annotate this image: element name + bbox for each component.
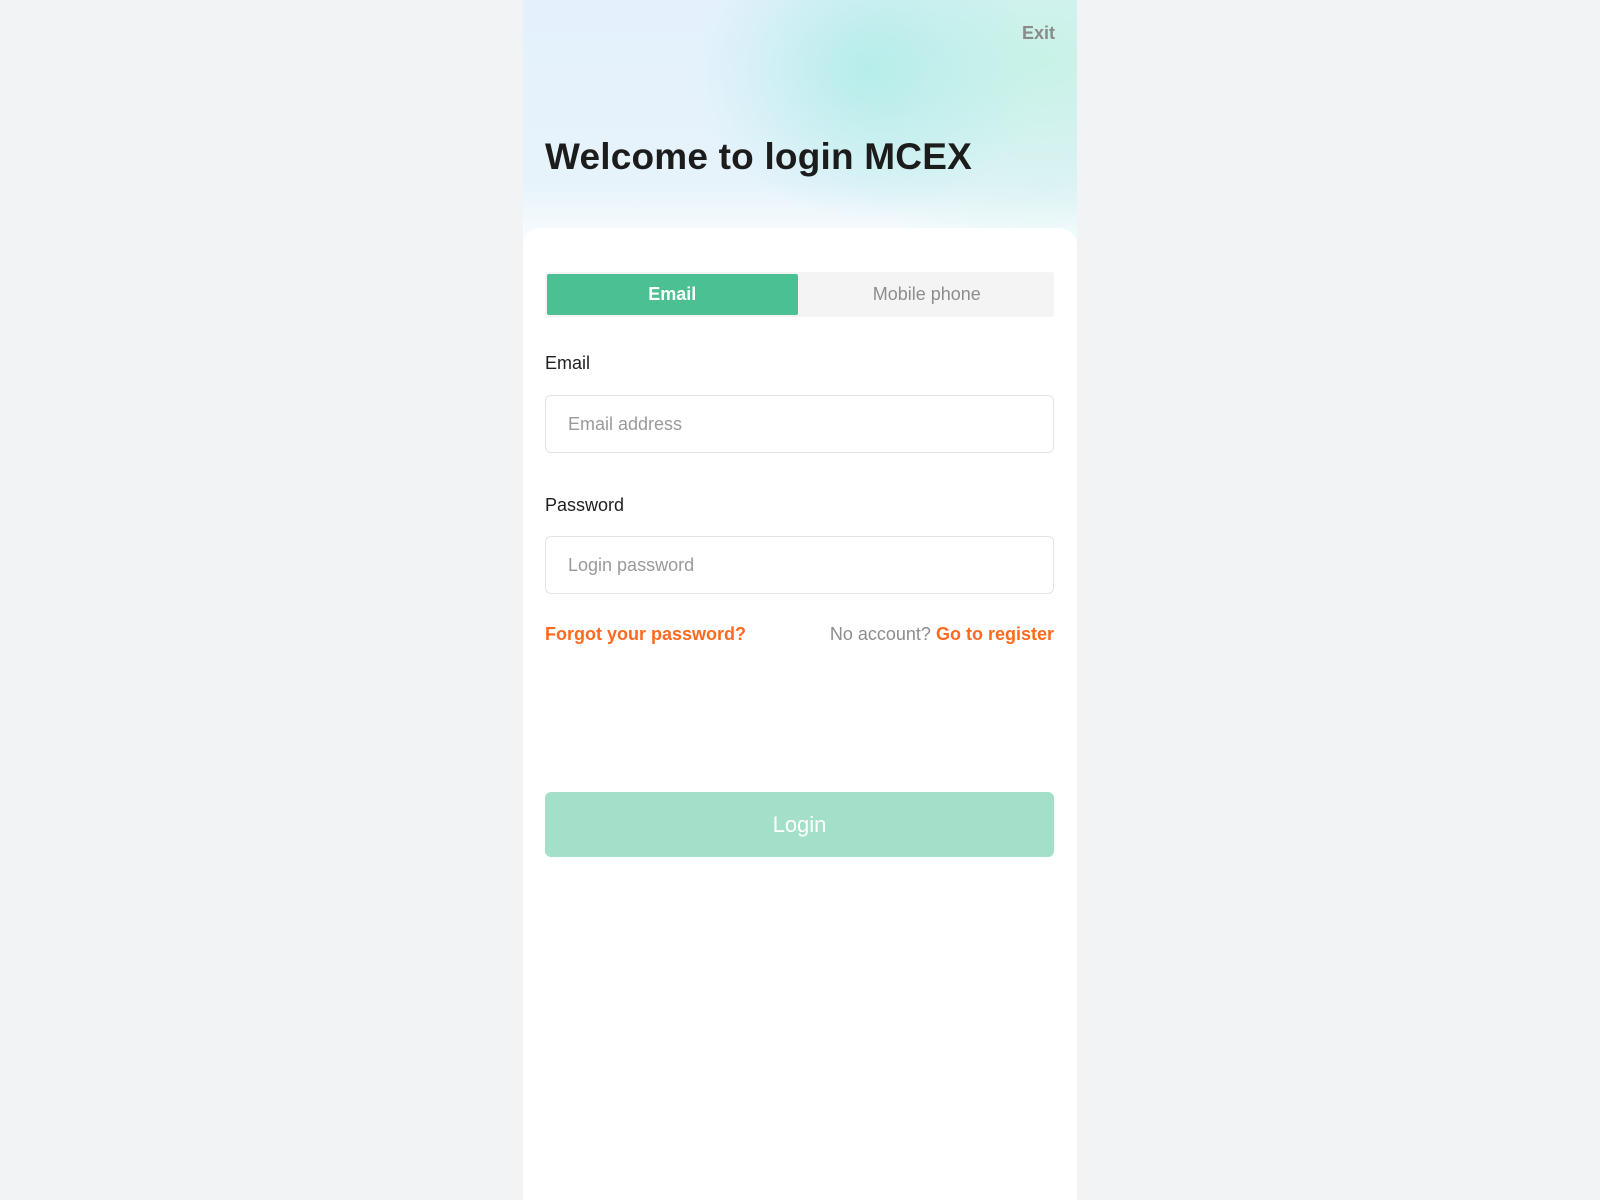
forgot-password-link[interactable]: Forgot your password?: [545, 624, 746, 645]
register-link[interactable]: Go to register: [936, 624, 1054, 644]
login-screen: Exit Welcome to login MCEX Email Mobile …: [523, 0, 1077, 1200]
login-method-tabs: Email Mobile phone: [545, 272, 1054, 317]
login-button[interactable]: Login: [545, 792, 1054, 857]
page-title: Welcome to login MCEX: [545, 136, 972, 177]
password-field[interactable]: [545, 536, 1054, 594]
tab-email[interactable]: Email: [547, 274, 798, 315]
exit-link[interactable]: Exit: [1022, 23, 1055, 44]
register-prompt: No account? Go to register: [830, 624, 1054, 645]
password-label: Password: [545, 495, 625, 515]
login-form-card: Email Mobile phone Email Password Forgot…: [523, 228, 1077, 1200]
tab-mobile-phone[interactable]: Mobile phone: [802, 274, 1053, 315]
email-field[interactable]: [545, 395, 1054, 453]
no-account-text: No account?: [829, 624, 931, 644]
email-label: Email: [545, 353, 591, 373]
hero-header: Exit Welcome to login MCEX: [523, 0, 1077, 260]
